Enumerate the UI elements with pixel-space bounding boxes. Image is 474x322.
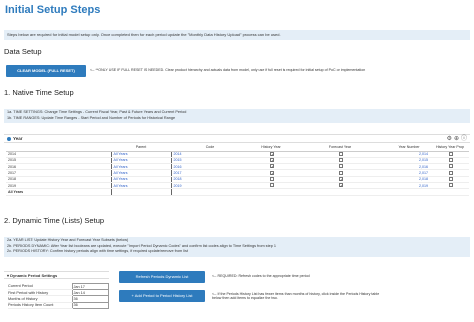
history-year-prop-checkbox[interactable] [449,170,453,175]
info-line: 1b. TIME RANGES: Update Time Ranges - St… [7,115,176,120]
info-icon[interactable]: ⓘ [461,136,467,142]
collapse-arrow-icon[interactable]: ▾ [7,273,9,278]
history-year-checkbox[interactable]: ✓ [270,157,274,163]
history-year-cell[interactable] [249,188,293,196]
history-year-prop-checkbox[interactable] [449,164,453,169]
dynamic-time-info: 2a. YEAR LIST: Update History Year and F… [4,237,470,257]
note-line: below then add items to equalize the two… [212,296,278,300]
history-year-prop-checkbox[interactable] [449,151,453,156]
settings-row: Periods History Item Count 36 [8,301,109,309]
add-period-note: <-- If the Periods History List has fewe… [212,292,379,300]
history-year-checkbox[interactable]: ✓ [270,170,274,175]
refresh-periods-note: <-- REQUIRED: Refresh codes to the appro… [212,274,310,278]
forecast-year-checkbox[interactable] [339,157,343,162]
setting-value[interactable]: 36 [71,301,109,309]
history-year-prop-checkbox[interactable] [449,183,453,188]
dynamic-period-settings-bar[interactable]: ▾ Dynamic Period Settings [4,271,109,279]
history-year-prop-cell[interactable] [431,188,469,196]
history-year-checkbox[interactable]: ✓ [270,164,274,169]
code-cell[interactable] [171,188,249,196]
native-time-heading: 1. Native Time Setup [4,88,74,97]
year-grid: Parent Code History Year Forecast Year Y… [6,144,469,196]
year-number-cell[interactable] [387,188,431,196]
column-header [6,144,111,152]
column-header: History Year Prop [431,144,469,152]
parent-cell[interactable] [110,188,172,196]
forecast-year-checkbox[interactable]: ✓ [339,176,343,181]
dynamic-period-settings: Current Period Jan 17 First Period with Hi… [8,282,109,309]
data-setup-heading: Data Setup [4,47,42,56]
setting-label: Periods History Item Count [8,302,72,309]
table-row[interactable]: All Years [6,188,469,196]
forecast-year-cell[interactable] [293,188,387,196]
forecast-year-checkbox[interactable] [339,164,343,169]
forecast-year-checkbox[interactable] [339,170,343,175]
dynamic-time-heading: 2. Dynamic Time (Lists) Setup [4,216,105,225]
add-period-button[interactable]: + Add Period to Period History List [119,290,205,302]
row-name: All Years [6,188,111,196]
history-year-checkbox[interactable] [270,176,274,181]
column-header: Year Number [387,144,431,152]
intro-banner: Steps below are required for initial mod… [4,30,470,40]
history-year-checkbox[interactable] [270,183,274,188]
column-header: History Year [249,144,293,152]
page-title: Initial Setup Steps [5,4,101,16]
history-year-prop-checkbox[interactable] [449,176,453,181]
column-header: Forecast Year [293,144,387,152]
history-year-prop-checkbox[interactable] [449,157,453,162]
year-section-bar: Year ⚙ ⊕ ⓘ [4,134,470,143]
dynamic-period-settings-title: Dynamic Period Settings [10,273,58,278]
grid-toolbar: ⚙ ⊕ ⓘ [445,135,467,143]
refresh-periods-button[interactable]: Refresh Periods Dynamic List [119,271,205,283]
history-year-checkbox[interactable]: ✓ [270,151,274,156]
info-line: 2c. PERIODS HISTORY: Confirm history per… [7,249,188,253]
column-header: Parent [111,144,171,152]
grid-header-row: Parent Code History Year Forecast Year Y… [6,144,469,152]
clear-model-note: <-- **ONLY USE IF FULL RESET IS NEEDED. … [90,68,366,72]
forecast-year-checkbox[interactable] [339,151,343,156]
year-section-title: Year [13,136,23,141]
add-icon[interactable]: ⊕ [454,136,459,142]
native-time-info: 1a. TIME SETTINGS: Change Time Settings … [4,109,470,123]
column-header: Code [171,144,249,152]
settings-icon[interactable]: ⚙ [447,136,452,142]
clear-model-button[interactable]: CLEAR MODEL (FULL RESET) [6,65,86,77]
forecast-year-checkbox[interactable]: ✓ [339,183,343,188]
collapse-icon[interactable] [7,137,11,141]
